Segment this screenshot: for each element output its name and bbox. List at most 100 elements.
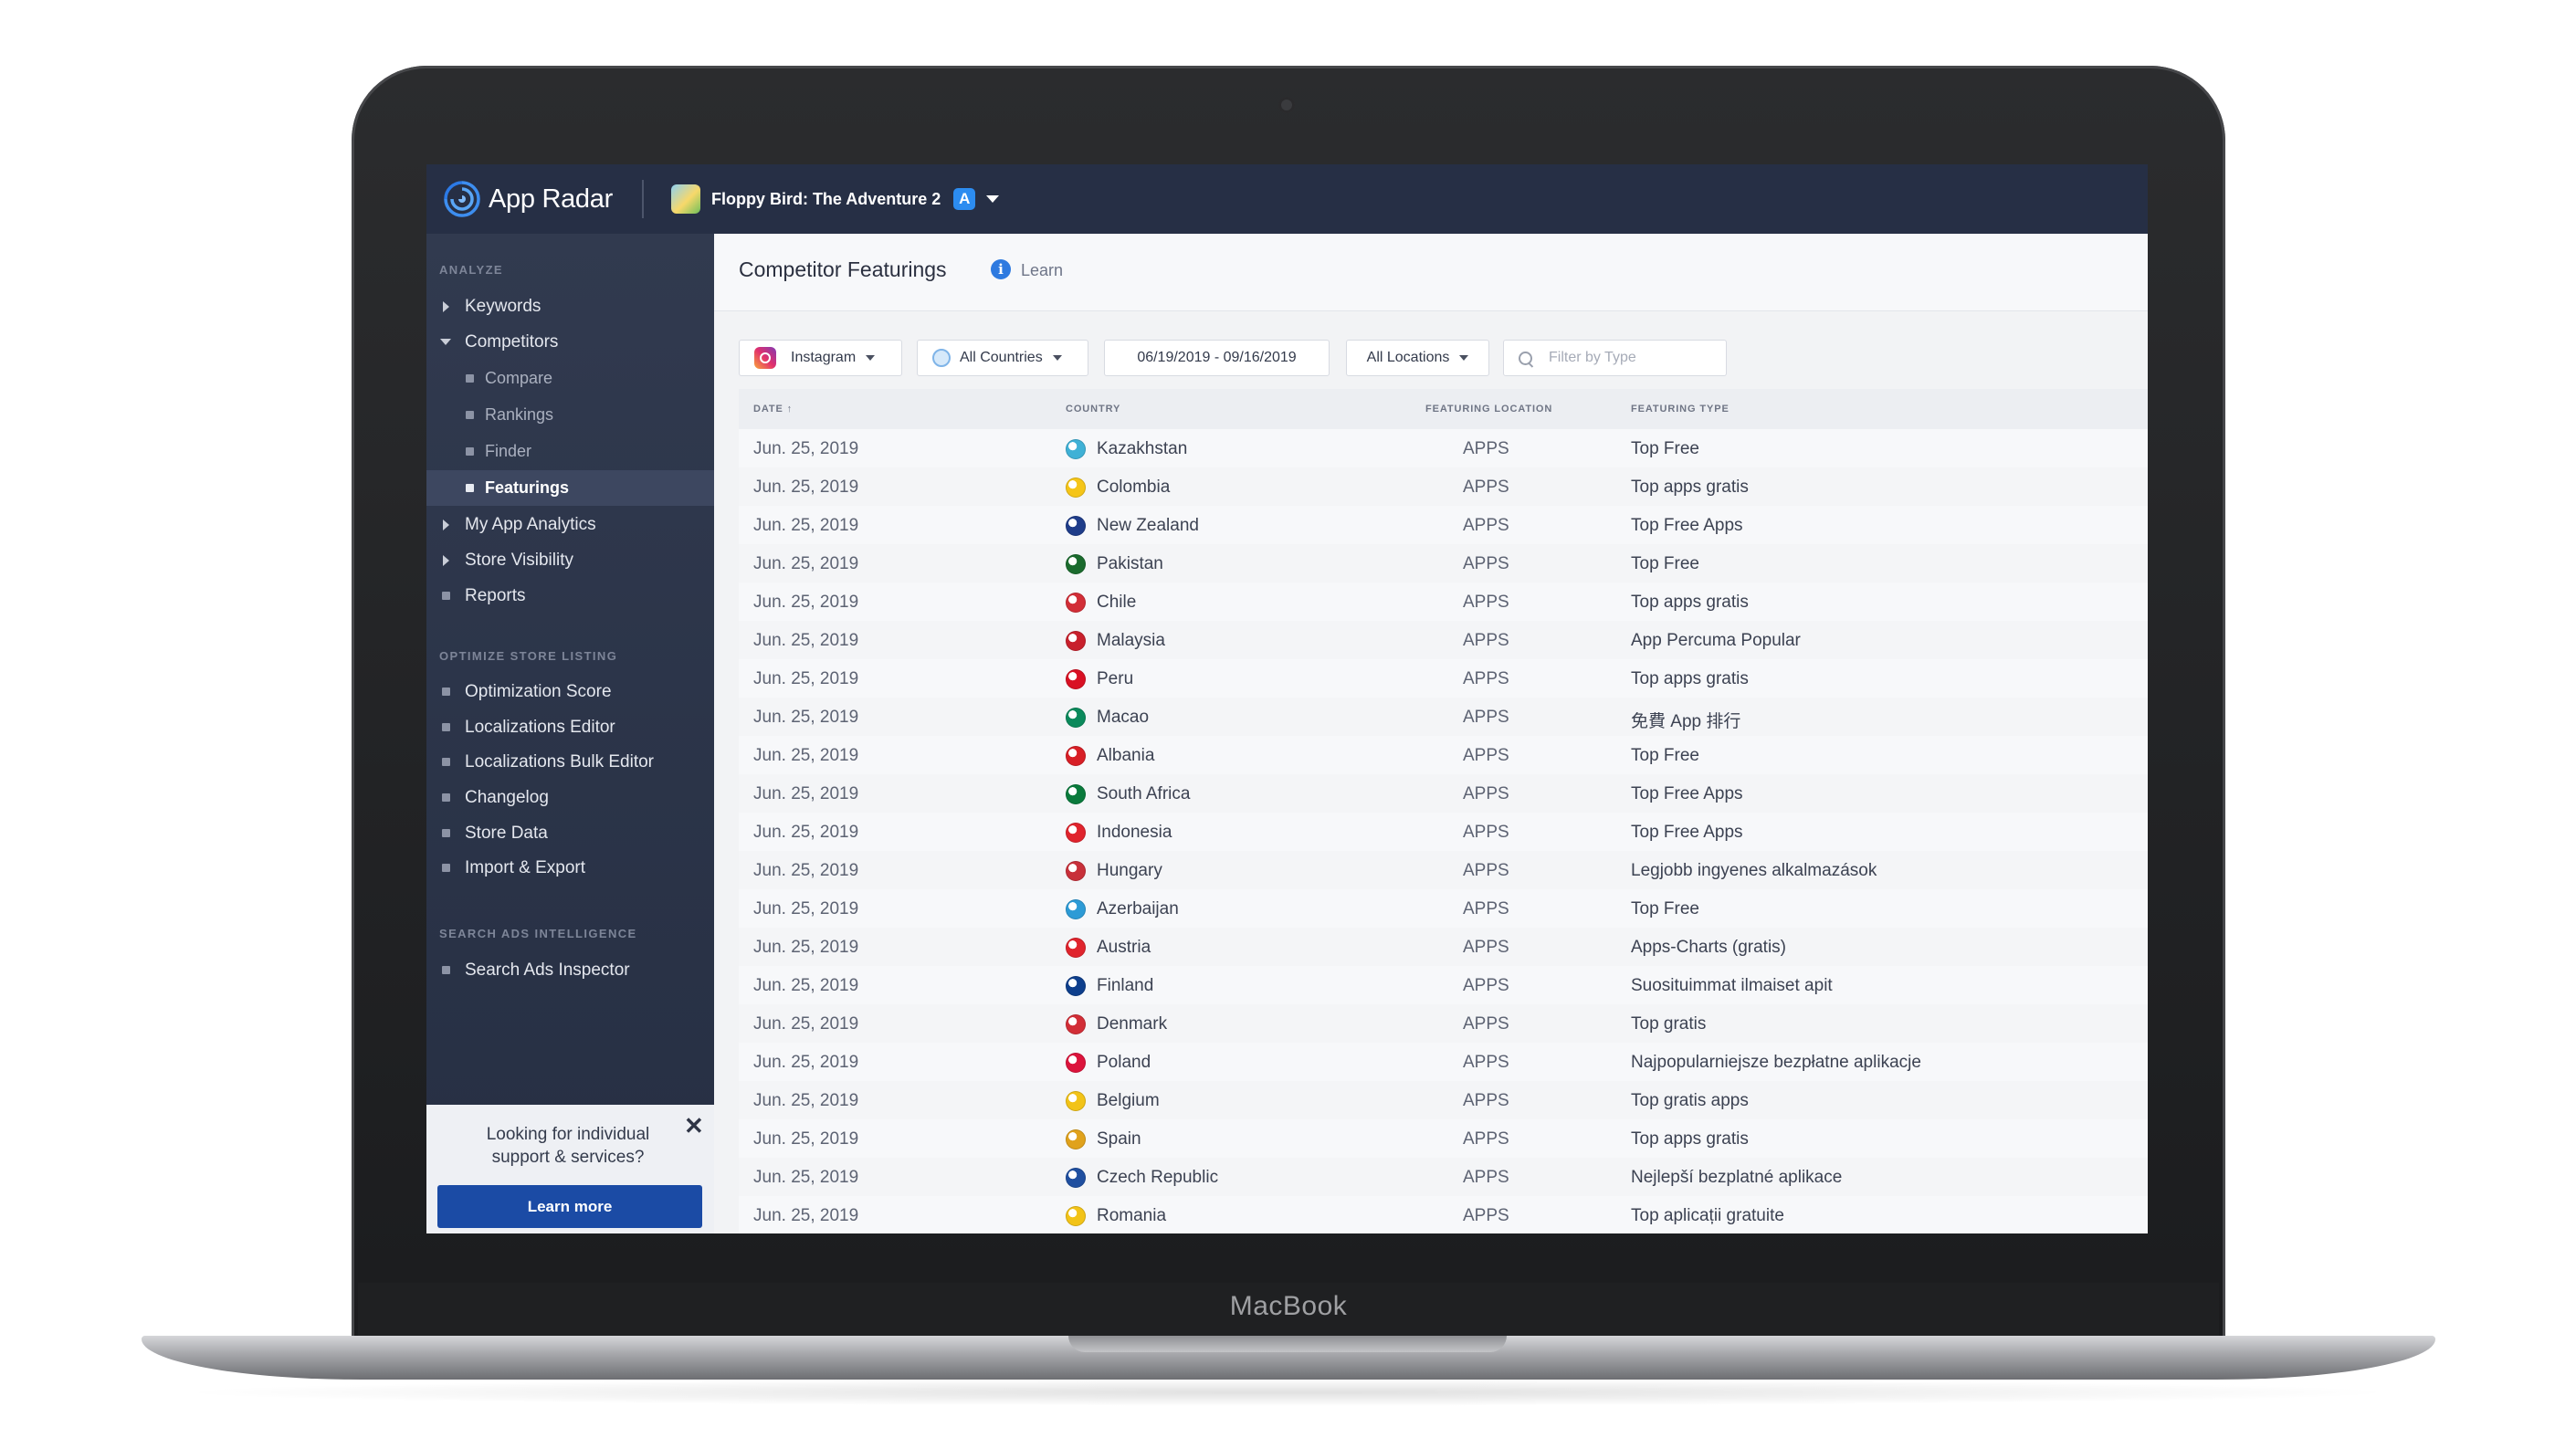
flag-icon	[1066, 1206, 1086, 1226]
row-date: Jun. 25, 2019	[753, 554, 859, 573]
sidebar-item-changelog[interactable]: Changelog	[426, 780, 714, 815]
sidebar-item-store-visibility[interactable]: Store Visibility	[426, 542, 714, 578]
table-row[interactable]: Jun. 25, 2019 Romania APPS Top aplicații gr…	[739, 1196, 2148, 1233]
bullet-icon	[441, 966, 450, 974]
type-filter-input[interactable]	[1547, 349, 1697, 367]
row-date: Jun. 25, 2019	[753, 439, 859, 458]
row-featuring-location: APPS	[1463, 516, 1509, 535]
location-filter[interactable]: All Locations	[1346, 340, 1489, 376]
table-row[interactable]: Jun. 25, 2019 Finland APPS Suosituimmat ilm…	[739, 966, 2148, 1005]
sidebar-item-label: Store Visibility	[465, 550, 573, 570]
row-country: Denmark	[1097, 1014, 1168, 1034]
support-promo: Looking for individual support & service…	[426, 1105, 714, 1233]
table-row[interactable]: Jun. 25, 2019 Hungary APPS Legjobb ingyenes…	[739, 851, 2148, 890]
row-featuring-location: APPS	[1463, 899, 1509, 918]
row-country: Azerbaijan	[1097, 899, 1179, 918]
row-featuring-type: Top apps gratis	[1631, 1129, 1749, 1149]
sidebar-item-label: Import & Export	[465, 857, 585, 877]
sidebar-item-optimization-score[interactable]: Optimization Score	[426, 674, 714, 709]
sidebar-item-my-app-analytics[interactable]: My App Analytics	[426, 507, 714, 542]
bullet-icon	[441, 688, 450, 696]
table-row[interactable]: Jun. 25, 2019 Malaysia APPS App Percuma Pop…	[739, 621, 2148, 660]
sidebar-item-localizations-editor[interactable]: Localizations Editor	[426, 709, 714, 745]
date-range-value: 06/19/2019 - 09/16/2019	[1137, 350, 1297, 365]
app-radar-logo[interactable]: App Radar	[443, 180, 613, 218]
learn-link[interactable]: Learn	[1021, 261, 1063, 280]
column-header-country[interactable]: COUNTRY	[1066, 404, 1120, 415]
platform-filter[interactable]: Instagram	[739, 340, 902, 376]
table-row[interactable]: Jun. 25, 2019 Czech Republic APPS Nejlepší …	[739, 1158, 2148, 1197]
table-row[interactable]: Jun. 25, 2019 Peru APPS Top apps gratis	[739, 659, 2148, 698]
laptop-shadow	[169, 1379, 2406, 1406]
row-featuring-location: APPS	[1463, 1053, 1509, 1072]
chevron-down-icon	[866, 355, 876, 361]
sidebar-item-rankings[interactable]: Rankings	[426, 397, 714, 433]
chevron-down-icon	[440, 339, 451, 345]
app-selector[interactable]: Floppy Bird: The Adventure 2 A	[670, 184, 1000, 214]
row-featuring-location: APPS	[1463, 708, 1509, 727]
row-featuring-location: APPS	[1463, 478, 1509, 497]
sidebar-item-featurings[interactable]: Featurings	[426, 470, 714, 506]
column-header-type[interactable]: FEATURING TYPE	[1631, 404, 1730, 415]
sidebar-item-search-ads-inspector[interactable]: Search Ads Inspector	[426, 952, 714, 988]
sidebar-item-label: Search Ads Inspector	[465, 960, 630, 980]
table-row[interactable]: Jun. 25, 2019 Belgium APPS Top gratis apps	[739, 1081, 2148, 1120]
sidebar-item-label: My App Analytics	[465, 514, 596, 534]
row-featuring-location: APPS	[1463, 976, 1509, 995]
table-row[interactable]: Jun. 25, 2019 Azerbaijan APPS Top Free	[739, 889, 2148, 929]
flag-icon	[1066, 746, 1086, 766]
table-row[interactable]: Jun. 25, 2019 Colombia APPS Top apps gratis	[739, 467, 2148, 507]
table-row[interactable]: Jun. 25, 2019 Macao APPS 免費 App 排行	[739, 698, 2148, 737]
flag-icon	[1066, 669, 1086, 689]
promo-text-line: Looking for individual	[486, 1125, 650, 1144]
table-row[interactable]: Jun. 25, 2019 South Africa APPS Top Free Ap…	[739, 774, 2148, 813]
sidebar-item-store-data[interactable]: Store Data	[426, 815, 714, 851]
table-row[interactable]: Jun. 25, 2019 Austria APPS Apps-Charts (gra…	[739, 928, 2148, 967]
page-title: Competitor Featurings	[739, 257, 947, 281]
flag-icon	[1066, 439, 1086, 459]
row-date: Jun. 25, 2019	[753, 1129, 859, 1149]
row-featuring-type: Top Free Apps	[1631, 516, 1743, 535]
type-filter[interactable]	[1503, 340, 1727, 376]
row-featuring-location: APPS	[1463, 1206, 1509, 1225]
table-row[interactable]: Jun. 25, 2019 Poland APPS Najpopularniejsze…	[739, 1043, 2148, 1082]
flag-icon	[1066, 478, 1086, 498]
row-country: Colombia	[1097, 478, 1171, 497]
table-row[interactable]: Jun. 25, 2019 Denmark APPS Top gratis	[739, 1004, 2148, 1044]
app-name: Floppy Bird: The Adventure 2	[710, 189, 941, 208]
section-heading-search-ads: SEARCH ADS INTELLIGENCE	[439, 927, 637, 940]
row-date: Jun. 25, 2019	[753, 746, 859, 765]
chevron-right-icon	[442, 554, 449, 566]
sidebar-item-competitors[interactable]: Competitors	[426, 324, 714, 360]
table-row[interactable]: Jun. 25, 2019 Spain APPS Top apps gratis	[739, 1119, 2148, 1159]
table-row[interactable]: Jun. 25, 2019 Chile APPS Top apps gratis	[739, 583, 2148, 622]
row-country: Peru	[1097, 669, 1134, 688]
sidebar-item-label: Changelog	[465, 787, 549, 807]
close-icon[interactable]: ✕	[684, 1112, 704, 1140]
row-country: New Zealand	[1097, 516, 1199, 535]
date-range-filter[interactable]: 06/19/2019 - 09/16/2019	[1104, 340, 1330, 376]
table-row[interactable]: Jun. 25, 2019 Pakistan APPS Top Free	[739, 544, 2148, 583]
column-header-date[interactable]: DATE ↑	[753, 404, 793, 415]
info-icon[interactable]: i	[991, 259, 1011, 279]
table-row[interactable]: Jun. 25, 2019 Indonesia APPS Top Free Apps	[739, 813, 2148, 852]
sidebar-item-label: Finder	[485, 442, 532, 460]
sidebar-item-keywords[interactable]: Keywords	[426, 289, 714, 324]
country-filter[interactable]: All Countries	[917, 340, 1088, 376]
row-featuring-type: Top apps gratis	[1631, 593, 1749, 612]
chevron-right-icon	[442, 300, 449, 312]
row-country: Poland	[1097, 1053, 1151, 1072]
sidebar-item-localizations-bulk-editor[interactable]: Localizations Bulk Editor	[426, 744, 714, 780]
sidebar-item-reports[interactable]: Reports	[426, 578, 714, 614]
sidebar-item-label: Keywords	[465, 296, 541, 316]
sidebar-item-compare[interactable]: Compare	[426, 361, 714, 396]
section-heading-analyze: ANALYZE	[439, 263, 503, 277]
learn-more-button[interactable]: Learn more	[437, 1185, 702, 1228]
table-row[interactable]: Jun. 25, 2019 Kazakhstan APPS Top Free	[739, 429, 2148, 468]
sidebar-item-finder[interactable]: Finder	[426, 434, 714, 469]
table-row[interactable]: Jun. 25, 2019 Albania APPS Top Free	[739, 736, 2148, 775]
column-header-location[interactable]: FEATURING LOCATION	[1425, 404, 1552, 415]
sidebar-item-import-export[interactable]: Import & Export	[426, 850, 714, 886]
instagram-icon	[754, 347, 776, 369]
table-row[interactable]: Jun. 25, 2019 New Zealand APPS Top Free App…	[739, 506, 2148, 545]
